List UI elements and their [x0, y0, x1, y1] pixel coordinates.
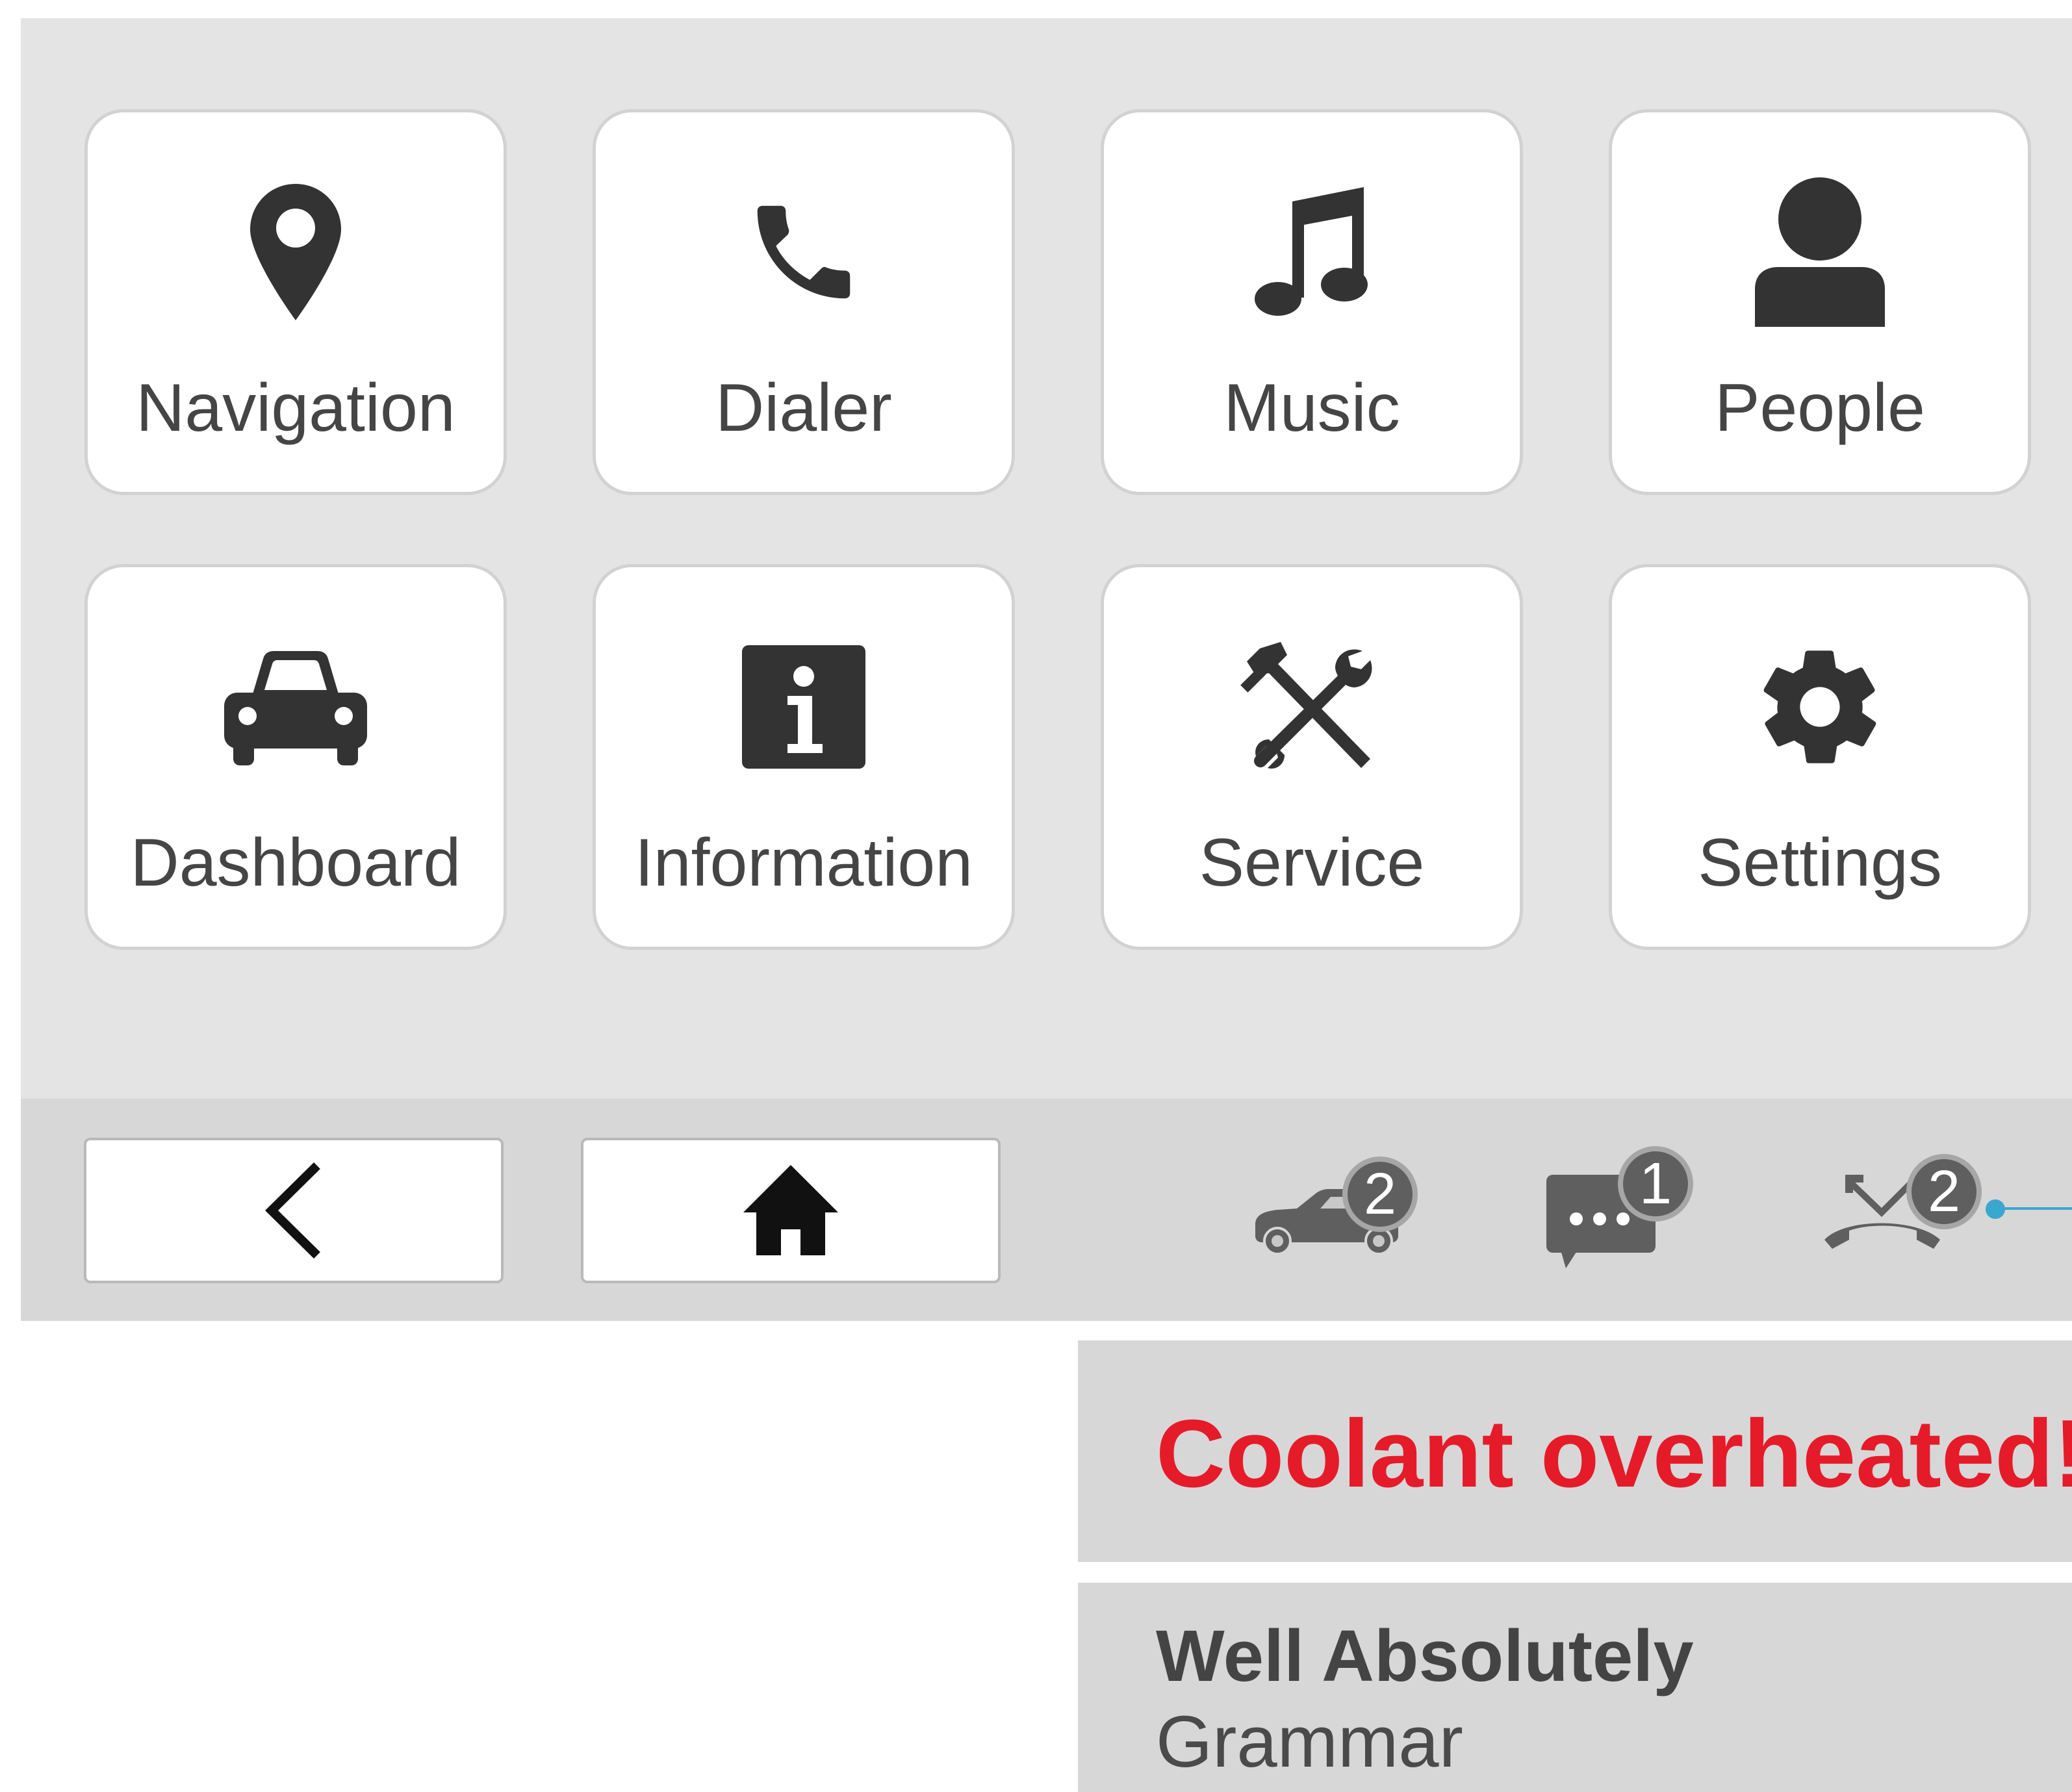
car-icon	[88, 632, 504, 782]
gear-icon	[1612, 632, 2028, 782]
tile-dialer[interactable]: Dialer	[593, 109, 1015, 495]
missed-calls-indicator[interactable]: 2	[1819, 1154, 1982, 1264]
chevron-left-icon	[265, 1162, 320, 1259]
person-icon	[1612, 177, 2028, 327]
home-icon	[743, 1165, 838, 1255]
messages-count-badge: 1	[1618, 1146, 1693, 1222]
home-button[interactable]	[581, 1138, 1001, 1283]
info-icon	[596, 632, 1012, 782]
tile-dashboard[interactable]: Dashboard	[84, 564, 507, 950]
connector-dot	[1986, 1199, 2005, 1219]
tile-label: Music	[1223, 370, 1400, 446]
tile-settings[interactable]: Settings	[1609, 564, 2031, 950]
now-playing-card[interactable]: Well Absolutely Grammar	[1078, 1583, 2072, 1792]
tile-label: Service	[1199, 825, 1425, 901]
tile-label: Dashboard	[130, 825, 461, 901]
tile-label: Dialer	[715, 370, 892, 446]
tile-label: Settings	[1698, 825, 1942, 901]
tile-information[interactable]: Information	[593, 564, 1015, 950]
phone-icon	[596, 177, 1012, 327]
tile-navigation[interactable]: Navigation	[84, 109, 507, 495]
tile-music[interactable]: Music	[1101, 109, 1523, 495]
map-pin-icon	[88, 177, 504, 327]
tile-label: People	[1715, 370, 1925, 446]
tile-people[interactable]: People	[1609, 109, 2031, 495]
track-artist: Grammar	[1156, 1701, 1463, 1782]
tile-label: Information	[634, 825, 973, 901]
alert-notification-card[interactable]: Coolant overheated!	[1078, 1340, 2072, 1562]
track-title: Well Absolutely	[1156, 1615, 1694, 1696]
messages-indicator[interactable]: 1	[1544, 1146, 1706, 1270]
tools-icon	[1104, 632, 1520, 782]
music-note-icon	[1104, 177, 1520, 327]
alert-message: Coolant overheated!	[1156, 1400, 2072, 1507]
vehicle-count-badge: 2	[1342, 1157, 1418, 1232]
back-button[interactable]	[84, 1138, 504, 1283]
tile-service[interactable]: Service	[1101, 564, 1523, 950]
vehicle-status-indicator[interactable]: 2	[1251, 1157, 1420, 1261]
tile-label: Navigation	[136, 370, 455, 446]
missed-calls-count-badge: 2	[1906, 1154, 1982, 1229]
connector-line	[1996, 1207, 2072, 1210]
